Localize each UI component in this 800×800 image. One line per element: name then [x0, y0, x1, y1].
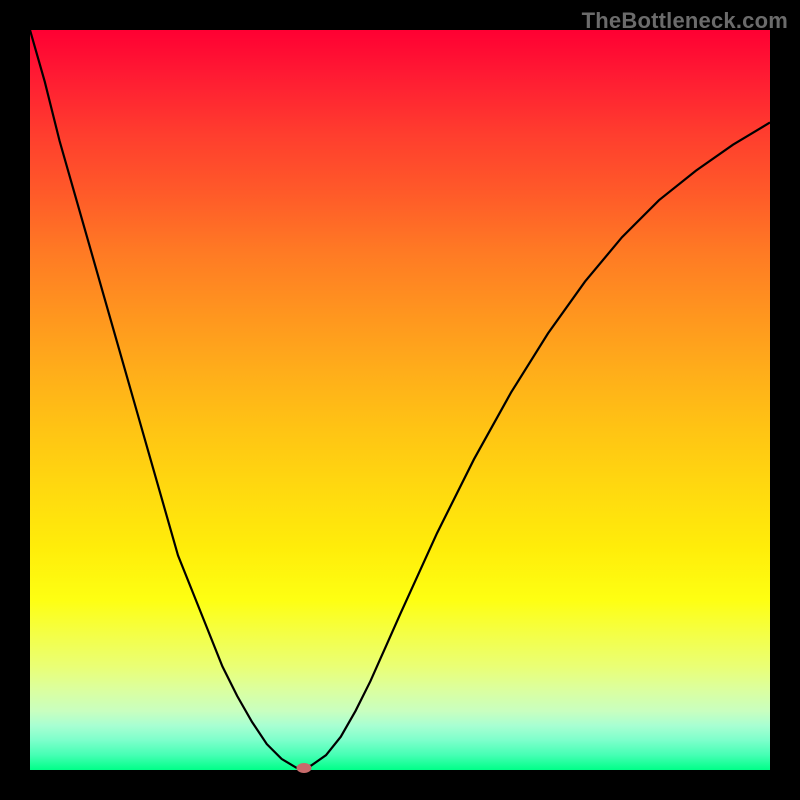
plot-area [30, 30, 770, 770]
chart-frame: TheBottleneck.com [0, 0, 800, 800]
watermark-text: TheBottleneck.com [582, 8, 788, 34]
bottleneck-curve [30, 30, 770, 768]
curve-layer [30, 30, 770, 770]
min-point-marker [296, 763, 311, 773]
